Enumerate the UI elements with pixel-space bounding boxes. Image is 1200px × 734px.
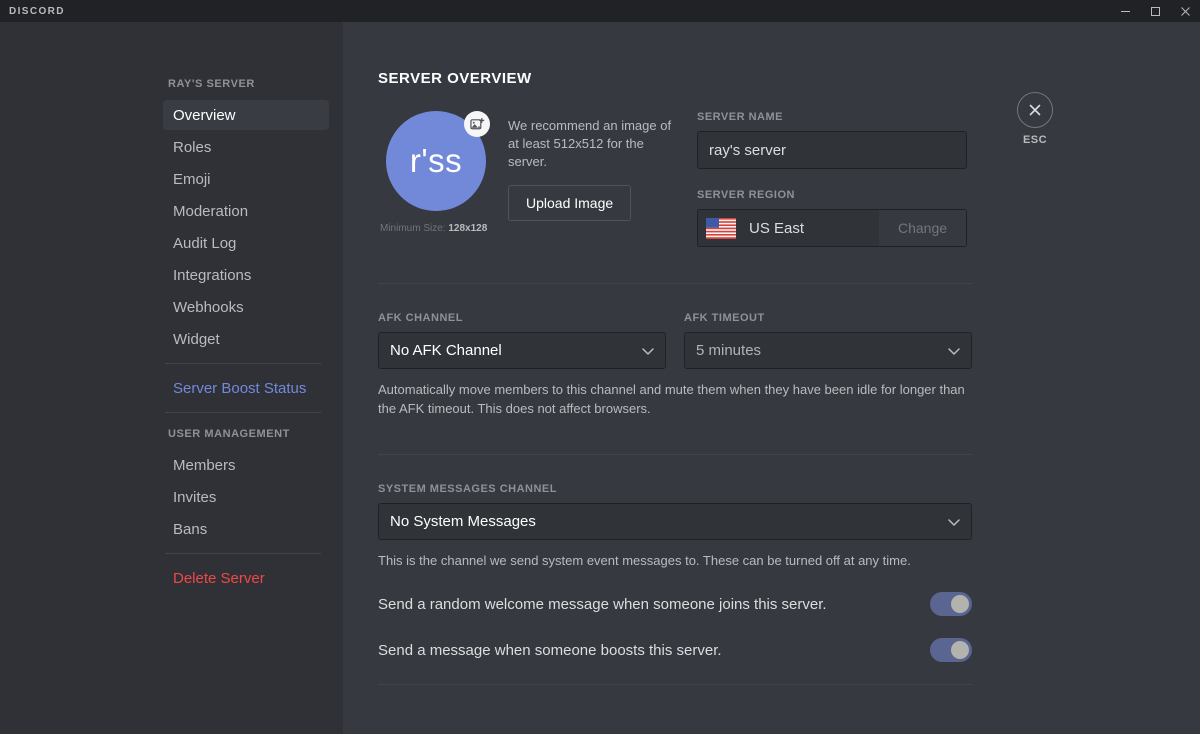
sidebar-item-server-boost-status[interactable]: Server Boost Status: [163, 373, 329, 403]
system-messages-group: SYSTEM MESSAGES CHANNEL No System Messag…: [378, 483, 972, 570]
server-name-label: SERVER NAME: [697, 111, 783, 123]
sidebar-item-overview[interactable]: Overview: [163, 100, 329, 130]
toggle-knob: [951, 595, 969, 613]
close-settings-button[interactable]: ESC: [1013, 92, 1057, 146]
sidebar-item-emoji[interactable]: Emoji: [163, 164, 329, 194]
sidebar-item-webhooks[interactable]: Webhooks: [163, 292, 329, 322]
change-region-button[interactable]: Change: [879, 210, 966, 246]
sidebar-divider: [165, 553, 321, 554]
server-avatar-wrap: r'ss: [386, 111, 490, 211]
sidebar-item-widget[interactable]: Widget: [163, 324, 329, 354]
sidebar-item-label: Integrations: [173, 266, 252, 284]
chevron-down-icon: [642, 342, 654, 359]
server-fields-column: SERVER NAME SERVER REGION: [683, 111, 967, 247]
sidebar-item-integrations[interactable]: Integrations: [163, 260, 329, 290]
page-title: SERVER OVERVIEW: [378, 70, 532, 87]
afk-channel-group: AFK CHANNEL No AFK Channel: [378, 312, 666, 369]
esc-label: ESC: [1022, 134, 1048, 146]
sidebar-item-label: Webhooks: [173, 298, 244, 316]
afk-channel-value: No AFK Channel: [390, 342, 502, 359]
close-icon: [1017, 92, 1053, 128]
boost-message-toggle[interactable]: [930, 638, 972, 662]
section-divider: [378, 684, 972, 685]
overview-panel: SERVER OVERVIEW r'ss Minimum Size: 128x1…: [378, 70, 972, 685]
afk-settings-row: AFK CHANNEL No AFK Channel AFK TIMEOUT 5…: [378, 312, 972, 369]
maximize-icon[interactable]: [1140, 0, 1170, 22]
sidebar-item-label: Emoji: [173, 170, 211, 188]
sidebar-item-label: Audit Log: [173, 234, 237, 252]
sidebar-divider: [165, 363, 321, 364]
window-titlebar: DISCORD: [0, 0, 1200, 22]
sidebar-item-moderation[interactable]: Moderation: [163, 196, 329, 226]
section-divider: [378, 454, 972, 455]
sidebar-item-roles[interactable]: Roles: [163, 132, 329, 162]
section-divider: [378, 283, 972, 284]
boost-message-label: Send a message when someone boosts this …: [378, 641, 722, 659]
welcome-message-row: Send a random welcome message when someo…: [378, 592, 972, 616]
sidebar-item-invites[interactable]: Invites: [163, 482, 329, 512]
minimum-size-prefix: Minimum Size:: [380, 223, 449, 234]
afk-timeout-label: AFK TIMEOUT: [684, 312, 765, 324]
sidebar-item-label: Members: [173, 456, 236, 474]
sidebar-item-label: Roles: [173, 138, 212, 156]
server-region-label: SERVER REGION: [697, 189, 795, 201]
sidebar-nav: RAY'S SERVER Overview Roles Emoji Modera…: [163, 72, 329, 595]
server-identity-row: r'ss Minimum Size: 128x128 We recommend …: [378, 111, 972, 247]
minimize-icon[interactable]: [1110, 0, 1140, 22]
server-name-input[interactable]: [697, 131, 967, 169]
system-messages-helper-text: This is the channel we send system event…: [378, 553, 911, 568]
afk-channel-select[interactable]: No AFK Channel: [378, 332, 666, 369]
settings-sidebar: RAY'S SERVER Overview Roles Emoji Modera…: [0, 22, 343, 734]
afk-channel-label: AFK CHANNEL: [378, 312, 463, 324]
system-messages-label: SYSTEM MESSAGES CHANNEL: [378, 483, 557, 495]
afk-timeout-group: AFK TIMEOUT 5 minutes: [684, 312, 972, 369]
chevron-down-icon: [948, 342, 960, 359]
sidebar-item-label: Bans: [173, 520, 208, 538]
sidebar-item-label: Overview: [173, 106, 236, 124]
minimum-size-caption: Minimum Size: 128x128: [380, 223, 508, 234]
settings-content: ESC SERVER OVERVIEW r'ss Minimum Size: 1…: [343, 22, 1200, 734]
add-image-icon[interactable]: [464, 111, 490, 137]
sidebar-section-user-management: USER MANAGEMENT: [168, 428, 290, 440]
system-messages-value: No System Messages: [390, 513, 536, 530]
boost-message-row: Send a message when someone boosts this …: [378, 638, 972, 662]
welcome-message-toggle[interactable]: [930, 592, 972, 616]
sidebar-item-bans[interactable]: Bans: [163, 514, 329, 544]
sidebar-item-audit-log[interactable]: Audit Log: [163, 228, 329, 258]
sidebar-item-label: Server Boost Status: [173, 379, 307, 397]
server-icon-column: r'ss Minimum Size: 128x128: [378, 111, 508, 247]
close-icon[interactable]: [1170, 0, 1200, 22]
settings-window: RAY'S SERVER Overview Roles Emoji Modera…: [0, 22, 1200, 734]
us-flag-icon: [706, 217, 736, 239]
afk-timeout-value: 5 minutes: [696, 342, 762, 359]
sidebar-item-label: Widget: [173, 330, 220, 348]
upload-image-button[interactable]: Upload Image: [508, 185, 632, 221]
server-region-value: US East: [749, 219, 805, 237]
sidebar-item-label: Invites: [173, 488, 217, 506]
upload-description: We recommend an image of at least 512x51…: [508, 118, 672, 169]
app-brand-label: DISCORD: [9, 5, 65, 17]
sidebar-item-delete-server[interactable]: Delete Server: [163, 563, 329, 593]
welcome-message-label: Send a random welcome message when someo…: [378, 595, 827, 613]
chevron-down-icon: [948, 513, 960, 530]
afk-timeout-select[interactable]: 5 minutes: [684, 332, 972, 369]
minimum-size-value: 128x128: [448, 223, 488, 234]
afk-helper-text: Automatically move members to this chann…: [378, 382, 965, 416]
sidebar-item-members[interactable]: Members: [163, 450, 329, 480]
sidebar-divider: [165, 412, 321, 413]
window-controls: [1110, 0, 1200, 22]
server-region-row: US East Change: [697, 209, 967, 247]
sidebar-item-label: Moderation: [173, 202, 249, 220]
sidebar-section-server: RAY'S SERVER: [168, 78, 255, 90]
toggle-knob: [951, 641, 969, 659]
upload-column: We recommend an image of at least 512x51…: [508, 111, 683, 247]
sidebar-item-label: Delete Server: [173, 569, 265, 587]
system-messages-select[interactable]: No System Messages: [378, 503, 972, 540]
